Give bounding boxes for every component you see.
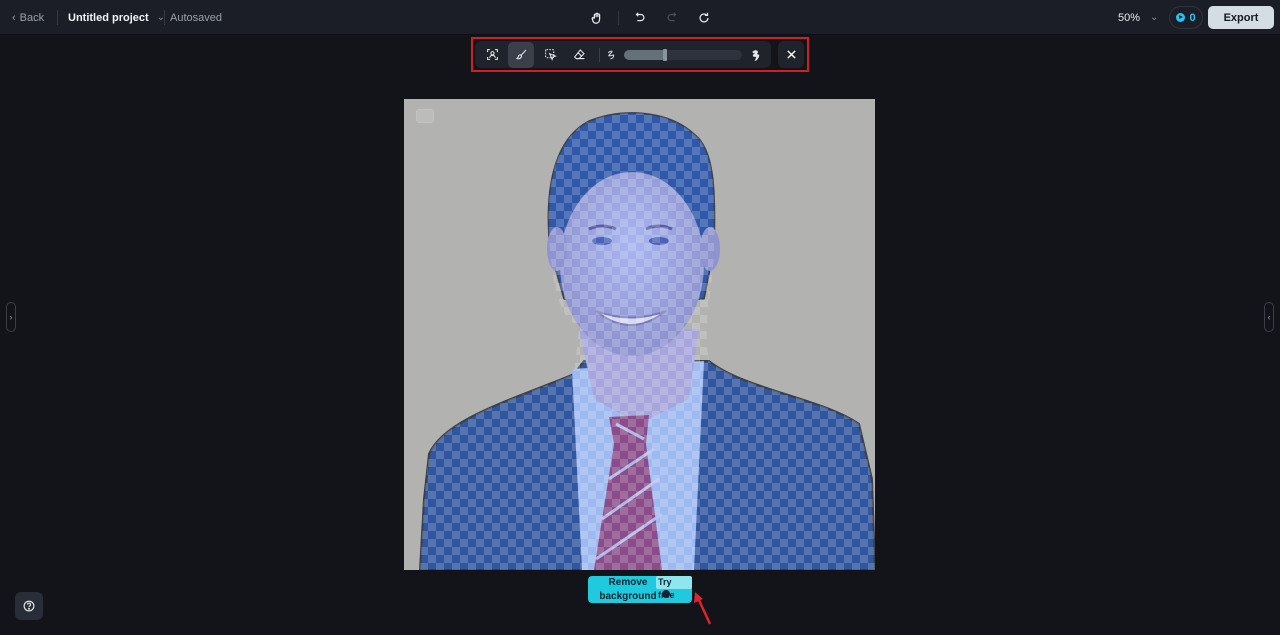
select-subject-tool[interactable]: [479, 42, 505, 68]
portrait-image: [404, 99, 875, 570]
watermark-icon: [416, 109, 434, 123]
label-line-2: background: [599, 591, 657, 602]
mask-edit-toolbar: [475, 41, 771, 68]
refresh-icon: [699, 12, 709, 23]
chevron-left-icon: ‹: [1267, 312, 1271, 322]
export-button[interactable]: Export: [1208, 6, 1274, 29]
top-bar: ‹ Back Untitled project ⌄ Autosaved 50% …: [0, 0, 1280, 35]
project-title-dropdown[interactable]: Untitled project ⌄: [68, 0, 165, 35]
credits-count: 0: [1189, 11, 1196, 24]
lasso-select-icon: [544, 49, 557, 61]
chevron-left-icon: ‹: [12, 11, 16, 24]
chevron-down-icon: ⌄: [1150, 12, 1159, 23]
back-button[interactable]: ‹ Back: [12, 0, 44, 35]
zoom-dropdown[interactable]: 50% ⌄: [1118, 0, 1158, 35]
credits-badge[interactable]: 0: [1169, 6, 1203, 29]
thin-stroke-icon: [606, 49, 618, 61]
brush-icon: [515, 49, 526, 60]
close-toolbar-button[interactable]: [778, 41, 804, 68]
close-icon: [786, 50, 796, 59]
thick-stroke-icon: [750, 49, 762, 61]
image-canvas[interactable]: [404, 99, 875, 570]
chevron-right-icon: ›: [9, 312, 13, 322]
help-button[interactable]: [15, 592, 43, 620]
back-label: Back: [19, 11, 45, 24]
slider-fill: [624, 49, 666, 60]
annotation-arrow-icon: [694, 592, 712, 625]
right-panel-toggle[interactable]: ‹: [1264, 302, 1274, 332]
select-subject-icon: [486, 49, 498, 60]
remove-background-label: Remove background: [592, 576, 664, 604]
left-panel-toggle[interactable]: ›: [6, 302, 16, 332]
autosave-status: Autosaved: [170, 11, 222, 24]
project-title: Untitled project: [68, 11, 149, 24]
eraser-icon: [573, 49, 585, 60]
slider-thumb[interactable]: [663, 48, 668, 61]
undo-icon: [635, 12, 645, 22]
help-icon: [23, 600, 35, 612]
eraser-tool[interactable]: [566, 42, 592, 68]
divider: [57, 10, 58, 25]
refresh-button[interactable]: [693, 7, 715, 29]
divider: [618, 11, 619, 25]
brush-size-slider[interactable]: [624, 48, 742, 61]
undo-button[interactable]: [629, 7, 651, 29]
divider: [599, 47, 600, 62]
label-line-1: Remove: [608, 577, 648, 588]
hand-tool-button[interactable]: [586, 7, 608, 29]
redo-button[interactable]: [661, 7, 683, 29]
redo-icon: [667, 12, 677, 22]
brush-tool[interactable]: [508, 41, 534, 68]
canvas-tools: [586, 7, 715, 29]
credit-icon: [1176, 13, 1186, 22]
divider: [164, 10, 165, 25]
lasso-select-tool[interactable]: [537, 42, 563, 68]
hand-icon: [591, 12, 601, 24]
remove-background-button[interactable]: Remove background Try free: [588, 576, 692, 603]
zoom-level: 50%: [1118, 11, 1141, 24]
try-free-badge: Try free: [656, 576, 692, 600]
